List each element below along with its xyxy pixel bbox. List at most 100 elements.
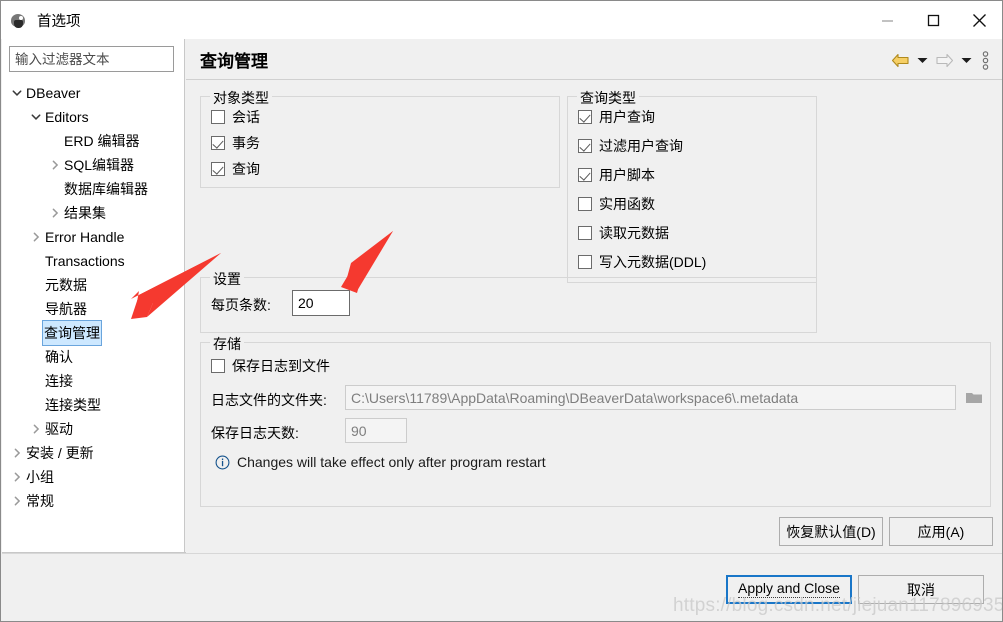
chevron-right-icon[interactable]	[48, 153, 62, 177]
checkbox-row[interactable]: 用户脚本	[578, 165, 655, 185]
sidebar-item-label: ERD 编辑器	[64, 133, 140, 149]
sidebar-item[interactable]: SQL编辑器	[2, 153, 185, 177]
chevron-right-icon[interactable]	[48, 201, 62, 225]
apply-button[interactable]: 应用(A)	[889, 517, 993, 546]
object-types-group: 对象类型 会话 事务 查询	[200, 88, 560, 188]
checkbox[interactable]	[578, 110, 592, 124]
sidebar-item-label: Error Handle	[45, 229, 125, 245]
preferences-tree[interactable]: DBeaver Editors ERD 编辑器 SQL编辑器数据库编辑器 结果集 Erro…	[2, 81, 185, 549]
checkbox-row[interactable]: 用户查询	[578, 107, 655, 127]
chevron-right-icon[interactable]	[10, 465, 24, 489]
keep-days-input[interactable]	[345, 418, 407, 443]
save-log-to-file-row[interactable]: 保存日志到文件	[211, 356, 330, 376]
sidebar-item-label: Transactions	[45, 253, 125, 269]
chevron-right-icon[interactable]	[29, 417, 43, 441]
dbeaver-beaver-icon	[10, 11, 28, 29]
cancel-button[interactable]: 取消	[858, 575, 984, 604]
close-icon[interactable]	[956, 1, 1002, 39]
checkbox[interactable]	[211, 110, 225, 124]
checkbox[interactable]	[578, 255, 592, 269]
checkbox-label: 查询	[232, 161, 260, 177]
checkbox-row[interactable]: 读取元数据	[578, 223, 669, 243]
sidebar-item[interactable]: DBeaver	[2, 81, 185, 105]
checkbox-row[interactable]: 过滤用户查询	[578, 136, 683, 156]
query-types-group: 查询类型 用户查询 过滤用户查询 用户脚本 实用函数 读取元数据 写入元数据(DDL)	[567, 88, 817, 283]
maximize-icon[interactable]	[910, 1, 956, 39]
checkbox-row[interactable]: 事务	[211, 133, 260, 153]
sidebar-item-label: 小组	[26, 469, 54, 485]
checkbox[interactable]	[578, 197, 592, 211]
entries-per-page-input[interactable]	[292, 290, 350, 316]
chevron-down-icon[interactable]	[10, 81, 24, 105]
chevron-right-icon[interactable]	[29, 225, 43, 249]
sidebar-item[interactable]: 连接类型	[2, 393, 185, 417]
checkbox[interactable]	[211, 136, 225, 150]
sidebar-item[interactable]: 常规	[2, 489, 185, 513]
checkbox[interactable]	[578, 168, 592, 182]
sidebar-item[interactable]: 确认	[2, 345, 185, 369]
sidebar-item[interactable]: 结果集	[2, 201, 185, 225]
forward-chevron-down-icon[interactable]	[956, 49, 976, 71]
checkbox[interactable]	[578, 139, 592, 153]
sidebar-item[interactable]: 小组	[2, 465, 185, 489]
checkbox-label: 写入元数据(DDL)	[599, 254, 707, 270]
checkbox-row[interactable]: 实用函数	[578, 194, 655, 214]
sidebar-item-label: 常规	[26, 493, 54, 509]
sidebar-item[interactable]: 导航器	[2, 297, 185, 321]
filter-input[interactable]	[9, 46, 174, 72]
sidebar-item[interactable]: 安装 / 更新	[2, 441, 185, 465]
apply-and-close-button[interactable]: Apply and Close	[726, 575, 852, 604]
apply-label: 应用(A)	[917, 523, 965, 540]
log-folder-input[interactable]	[345, 385, 956, 410]
sidebar-item[interactable]: Editors	[2, 105, 185, 129]
restore-defaults-button[interactable]: 恢复默认值(D)	[779, 517, 883, 546]
sidebar-item[interactable]: 驱动	[2, 417, 185, 441]
back-chevron-down-icon[interactable]	[912, 49, 932, 71]
sidebar-item[interactable]: 连接	[2, 369, 185, 393]
sidebar-item[interactable]: Transactions	[2, 249, 185, 273]
chevron-down-icon[interactable]	[29, 105, 43, 129]
storage-title: 存储	[210, 334, 244, 354]
save-log-to-file-checkbox[interactable]	[211, 359, 225, 373]
vertical-dots-icon[interactable]	[976, 49, 994, 71]
sidebar-item[interactable]: Error Handle	[2, 225, 185, 249]
dialog-button-bar: Apply and Close 取消	[2, 553, 1002, 621]
restart-info-row: Changes will take effect only after prog…	[215, 454, 546, 470]
sidebar-item[interactable]: ERD 编辑器	[2, 129, 185, 153]
title-bar: 首选项	[1, 1, 1002, 39]
folder-icon[interactable]	[963, 386, 985, 408]
cancel-label: 取消	[907, 581, 935, 598]
chevron-right-icon[interactable]	[10, 489, 24, 513]
preferences-dialog: 首选项 DBeaver Editors ERD 编辑器 SQL编辑器数据库编辑器结果集…	[0, 0, 1003, 622]
checkbox[interactable]	[578, 226, 592, 240]
chevron-right-icon[interactable]	[10, 441, 24, 465]
sidebar-item[interactable]: 元数据	[2, 273, 185, 297]
restart-info-text: Changes will take effect only after prog…	[237, 454, 546, 470]
sidebar-item-label: DBeaver	[26, 85, 81, 101]
sidebar-item[interactable]: 数据库编辑器	[2, 177, 185, 201]
sidebar-item-label: 确认	[45, 349, 73, 365]
sidebar-item-label: 连接	[45, 373, 73, 389]
back-arrow-icon[interactable]	[888, 49, 912, 71]
checkbox-row[interactable]: 会话	[211, 107, 260, 127]
apply-and-close-label: Apply and Close	[738, 580, 840, 598]
info-icon	[215, 455, 230, 470]
keep-days-label: 保存日志天数:	[211, 425, 299, 441]
sidebar-item-label: SQL编辑器	[64, 157, 135, 173]
window-title: 首选项	[37, 13, 81, 30]
checkbox-row[interactable]: 写入元数据(DDL)	[578, 252, 706, 272]
minimize-icon[interactable]	[864, 1, 910, 39]
sidebar-item-label: 元数据	[45, 277, 87, 293]
checkbox-label: 过滤用户查询	[599, 138, 683, 154]
checkbox[interactable]	[211, 162, 225, 176]
sidebar-item[interactable]: 查询管理	[2, 320, 185, 346]
preferences-content: 查询管理 对象类型 会话 事务 查询 查询类型 用户查询 过滤用户查询 用户脚本…	[186, 39, 1002, 552]
checkbox-row[interactable]: 查询	[211, 159, 260, 179]
checkbox-label: 用户脚本	[599, 167, 655, 183]
